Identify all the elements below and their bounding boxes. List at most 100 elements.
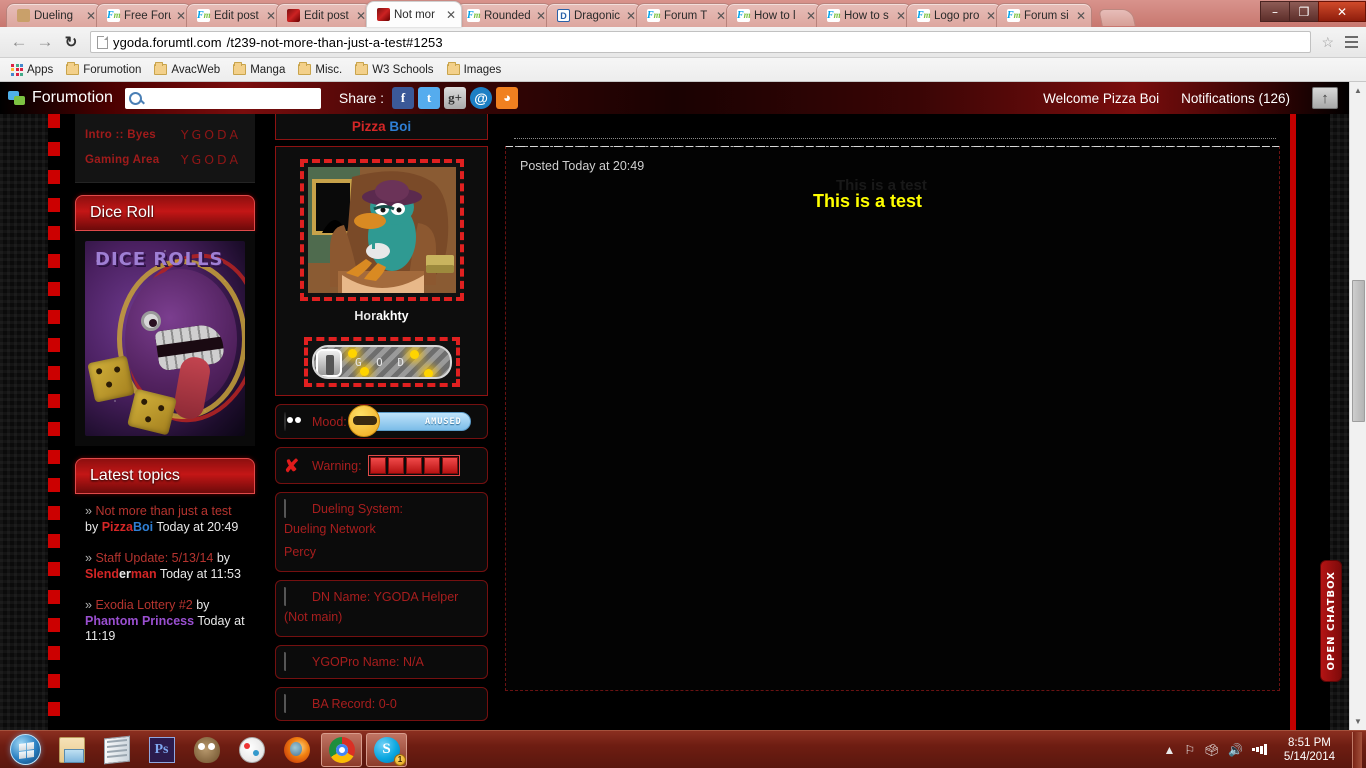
bookmark-forumotion[interactable]: Forumotion	[61, 62, 146, 78]
profile-field-value: (Not main)	[284, 610, 343, 624]
clock-date: 5/14/2014	[1283, 750, 1335, 763]
facebook-icon[interactable]: f	[392, 87, 415, 109]
search-icon	[128, 91, 142, 105]
tab-free-forum[interactable]: Fm Free Foru ✕	[96, 3, 192, 27]
bookmark-star-icon[interactable]: ☆	[1317, 34, 1338, 51]
latest-topics-title: Latest topics	[90, 467, 180, 484]
scrollbar-thumb[interactable]	[1352, 280, 1365, 422]
rank-bar-text: G O D	[354, 356, 409, 369]
profile-field-mood: Mood: AMUSED	[275, 404, 488, 439]
tab-how-to-l[interactable]: Fm How to l ✕	[726, 3, 822, 27]
taskbar-clock[interactable]: 8:51 PM 5/14/2014	[1276, 736, 1343, 764]
scroll-up-icon[interactable]: ▲	[1350, 82, 1366, 99]
tab-close-icon[interactable]: ✕	[1075, 10, 1087, 22]
tab-dueling[interactable]: Dueling ✕	[6, 3, 102, 27]
tab-dragonic[interactable]: D Dragonic ✕	[546, 3, 642, 27]
bookmark-images[interactable]: Images	[442, 62, 507, 78]
tab-label: Not mor	[394, 8, 435, 21]
nav-row-tag: YGODA	[180, 127, 241, 142]
profile-field-label: Mood:	[312, 414, 347, 429]
topic-link[interactable]: Exodia Lottery #2	[95, 598, 192, 612]
back-icon[interactable]: ←	[6, 29, 32, 55]
address-bar[interactable]: ygoda.forumtl.com /t239-not-more-than-ju…	[90, 31, 1312, 53]
topic-link[interactable]: Not more than just a test	[95, 504, 231, 518]
profile-field-label: DN Name: YGODA Helper	[312, 590, 459, 604]
tab-forum-t[interactable]: Fm Forum T ✕	[636, 3, 732, 27]
dice-rolls-caption: DICE ROLLS	[95, 249, 224, 270]
topic-link[interactable]: Staff Update: 5/13/14	[95, 551, 213, 565]
flag-icon[interactable]: ⚐	[1184, 743, 1195, 757]
forumotion-icon: Fm	[737, 9, 751, 22]
latest-topics-panel: Latest topics » Not more than just a tes…	[75, 458, 255, 645]
nav-row-gaming-area[interactable]: Gaming Area YGODA	[75, 147, 255, 172]
reload-icon[interactable]: ↻	[58, 29, 84, 55]
dice-rolls-image[interactable]: DICE ROLLS	[85, 241, 245, 436]
open-chatbox-tab[interactable]: OPEN CHATBOX	[1320, 560, 1342, 682]
profile-field-ygopro-name: YGOPro Name: N/A	[275, 645, 488, 679]
search-input[interactable]	[124, 87, 321, 109]
email-icon[interactable]: @	[470, 87, 493, 109]
bookmark-misc[interactable]: Misc.	[293, 62, 347, 78]
bookmark-label: W3 Schools	[372, 63, 434, 76]
duel-disk-icon	[284, 694, 306, 713]
forumotion-logo[interactable]: Forumotion	[8, 89, 113, 107]
taskbar-chrome[interactable]	[321, 732, 362, 767]
tab-not-more-than-just-a-test[interactable]: Not mor ✕	[366, 1, 462, 27]
tab-label: How to s	[844, 9, 889, 22]
new-tab-button[interactable]	[1098, 9, 1136, 26]
bookmark-label: Manga	[250, 63, 286, 76]
chrome-menu-icon[interactable]	[1338, 36, 1360, 48]
bookmark-w3schools[interactable]: W3 Schools	[350, 62, 438, 78]
google-plus-icon[interactable]: g+	[444, 87, 467, 109]
twitter-icon[interactable]: t	[418, 87, 441, 109]
tab-rounded[interactable]: Fm Rounded ✕	[456, 3, 552, 27]
taskbar-explorer[interactable]	[51, 733, 92, 767]
tab-edit-post-2[interactable]: Edit post ✕	[276, 3, 372, 27]
action-center-icon[interactable]: 🗳	[1204, 743, 1219, 757]
taskbar-firefox[interactable]	[276, 733, 317, 767]
taskbar-paint[interactable]	[231, 733, 272, 767]
show-hidden-icons[interactable]: ▲	[1163, 743, 1175, 757]
minimize-button[interactable]: –	[1260, 1, 1289, 22]
network-icon[interactable]	[1252, 744, 1267, 756]
topic-author[interactable]: Phantom Princess	[85, 614, 194, 628]
notifications-link[interactable]: Notifications (126)	[1181, 91, 1290, 106]
bookmark-avacweb[interactable]: AvacWeb	[149, 62, 225, 78]
rss-icon[interactable]: ◕	[496, 87, 519, 109]
tab-forum-si[interactable]: Fm Forum si ✕	[996, 3, 1092, 27]
taskbar-notepad[interactable]	[96, 733, 137, 767]
scroll-down-icon[interactable]: ▼	[1350, 713, 1366, 730]
tab-how-to-s[interactable]: Fm How to s ✕	[816, 3, 912, 27]
page-scrollbar[interactable]: ▲ ▼	[1349, 82, 1366, 730]
topic-author[interactable]: PizzaBoi	[102, 520, 153, 534]
nav-row-intro-byes[interactable]: Intro :: Byes YGODA	[75, 122, 255, 147]
taskbar-gimp[interactable]	[186, 733, 227, 767]
forum-content: Intro :: Byes YGODA Gaming Area YGODA Di…	[60, 114, 1287, 730]
taskbar-photoshop[interactable]: Ps	[141, 733, 182, 767]
url-path: /t239-not-more-than-just-a-test#1253	[226, 34, 443, 50]
show-desktop-button[interactable]	[1352, 731, 1362, 768]
close-button[interactable]: ✕	[1318, 1, 1366, 22]
tab-close-icon[interactable]: ✕	[445, 9, 457, 21]
profile-username[interactable]: Pizza Boi	[352, 119, 411, 134]
bookmark-label: AvacWeb	[171, 63, 221, 76]
profile-field-label: Dueling System:	[312, 502, 404, 516]
start-orb-icon[interactable]	[3, 733, 47, 767]
maximize-button[interactable]: ❐	[1289, 1, 1318, 22]
post-content: This is a test	[812, 191, 923, 211]
tab-edit-post-1[interactable]: Fm Edit post ✕	[186, 3, 282, 27]
taskbar-skype[interactable]: S 1	[366, 732, 407, 767]
profile-field-dn-name: DN Name: YGODA Helper (Not main)	[275, 580, 488, 637]
folder-icon	[298, 62, 312, 75]
scroll-to-top-icon[interactable]: ↑	[1312, 87, 1338, 109]
duel-disk-icon	[284, 587, 306, 606]
bookmark-manga[interactable]: Manga	[228, 62, 290, 78]
forward-icon[interactable]: →	[32, 29, 58, 55]
avatar	[307, 167, 456, 293]
bookmark-apps[interactable]: Apps	[6, 62, 58, 78]
topic-author[interactable]: Slenderman	[85, 567, 157, 581]
post-body-box: Posted Today at 20:49 This is a test Thi…	[505, 146, 1280, 691]
tab-logo-pro[interactable]: Fm Logo pro ✕	[906, 3, 1002, 27]
volume-icon[interactable]: 🔊	[1228, 743, 1243, 757]
folder-icon	[355, 62, 369, 75]
